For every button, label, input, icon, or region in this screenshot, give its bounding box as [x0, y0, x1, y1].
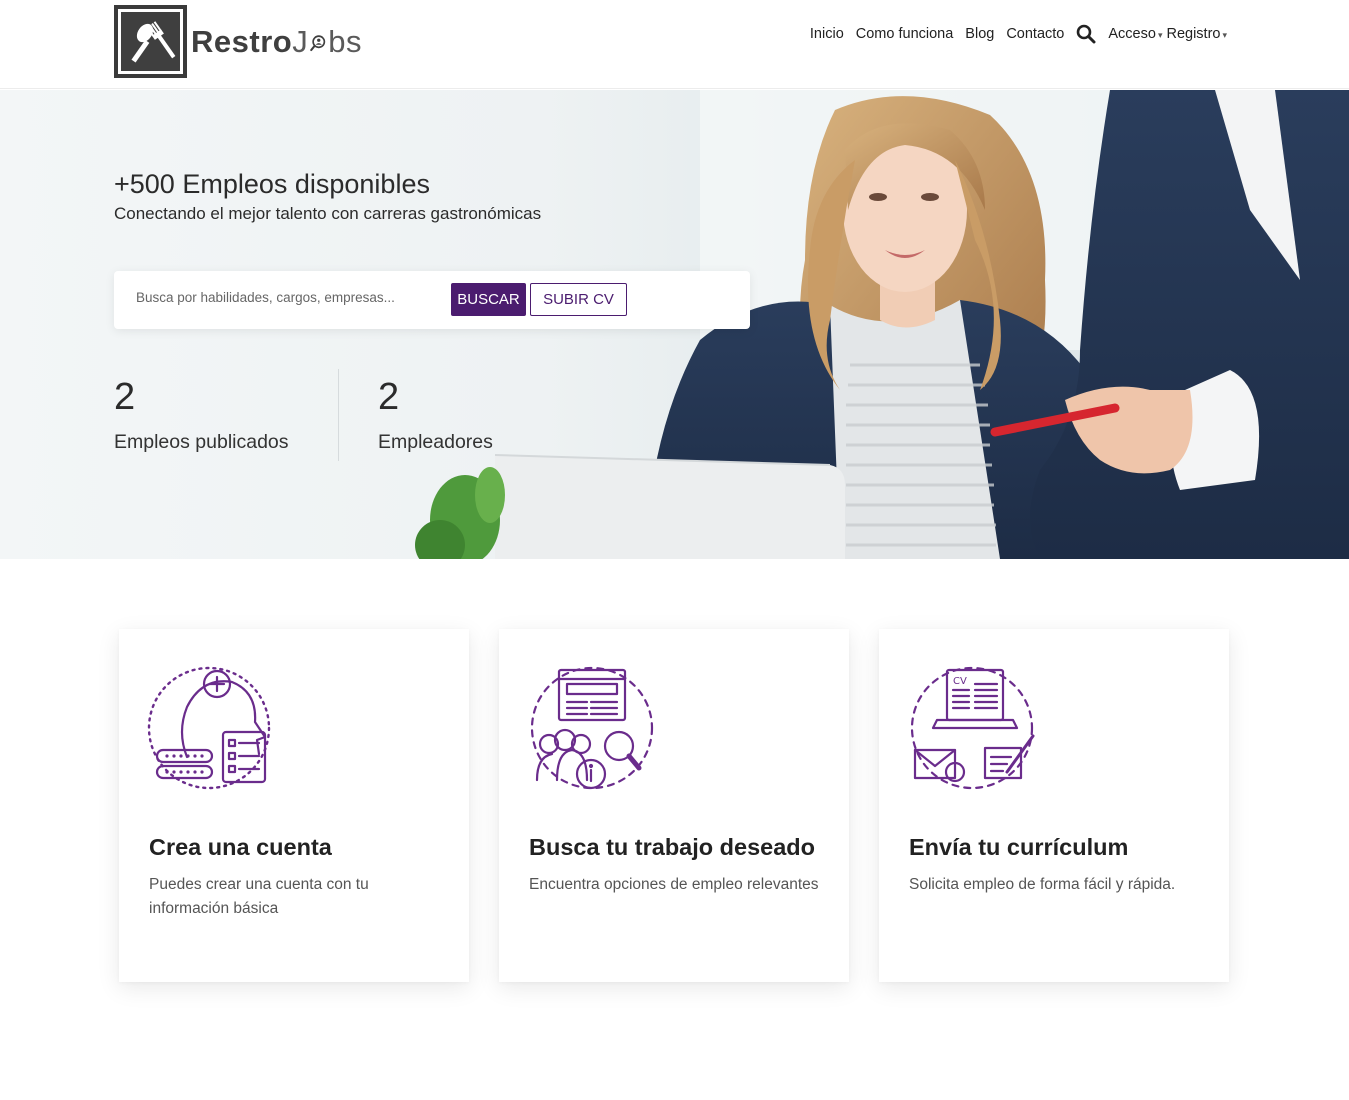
site-header: Restro J bs Inicio Como funciona Blog Co…: [0, 0, 1349, 89]
nav-acceso-label: Acceso: [1108, 26, 1156, 42]
search-icon[interactable]: [1076, 24, 1096, 44]
upload-cv-button[interactable]: SUBIR CV: [530, 283, 627, 316]
card-description: Solicita empleo de forma fácil y rápida.: [909, 876, 1176, 893]
nav-acceso[interactable]: Acceso ▾: [1108, 26, 1162, 42]
nav-blog[interactable]: Blog: [965, 26, 994, 42]
hero-banner: +500 Empleos disponibles Conectando el m…: [0, 90, 1349, 559]
magnifier-person-icon: [310, 34, 326, 51]
nav-registro-label: Registro: [1166, 26, 1221, 42]
logo-mark: [114, 5, 187, 78]
chevron-down-icon: ▾: [1222, 30, 1227, 40]
main-nav: Inicio Como funciona Blog Contacto Acces…: [798, 24, 1227, 44]
stat-divider: [338, 369, 339, 461]
svg-text:CV: CV: [953, 676, 967, 687]
job-search-icon: [530, 666, 654, 790]
nav-como-funciona[interactable]: Como funciona: [856, 26, 954, 42]
card-title: Busca tu trabajo deseado: [529, 834, 815, 860]
feature-card-send-cv: CV Envía tu currículum Solicita empleo d…: [879, 629, 1229, 982]
hero-subtitle: Conectando el mejor talento con carreras…: [114, 204, 542, 223]
nav-inicio[interactable]: Inicio: [810, 26, 844, 42]
card-title: Crea una cuenta: [149, 834, 332, 860]
stat-employers-value: 2: [378, 376, 400, 418]
stat-employers-label: Empleadores: [378, 431, 493, 453]
logo[interactable]: Restro J bs: [114, 5, 362, 78]
stat-jobs-label: Empleos publicados: [114, 431, 289, 453]
fork-knife-icon: [130, 20, 175, 63]
logo-wordmark: Restro J bs: [191, 23, 362, 59]
stat-employers: 2 Empleadores: [378, 375, 493, 454]
stat-jobs: 2 Empleos publicados: [114, 375, 289, 454]
job-search-bar: BUSCAR SUBIR CV: [114, 271, 750, 329]
search-input[interactable]: [136, 290, 436, 305]
search-button[interactable]: BUSCAR: [451, 283, 526, 316]
chevron-down-icon: ▾: [1157, 30, 1163, 40]
card-title: Envía tu currículum: [909, 834, 1129, 860]
nav-contacto[interactable]: Contacto: [1006, 26, 1064, 42]
card-description: Puedes crear una cuenta con tu informaci…: [149, 876, 369, 917]
create-account-icon: [147, 666, 271, 790]
feature-card-create-account: Crea una cuenta Puedes crear una cuenta …: [119, 629, 469, 982]
feature-card-search-job: Busca tu trabajo deseado Encuentra opcio…: [499, 629, 849, 982]
card-description: Encuentra opciones de empleo relevantes: [529, 876, 819, 893]
nav-registro[interactable]: Registro ▾: [1166, 26, 1227, 42]
hero-title: +500 Empleos disponibles: [114, 169, 430, 199]
send-cv-icon: CV: [910, 666, 1035, 790]
stat-jobs-value: 2: [114, 376, 136, 418]
